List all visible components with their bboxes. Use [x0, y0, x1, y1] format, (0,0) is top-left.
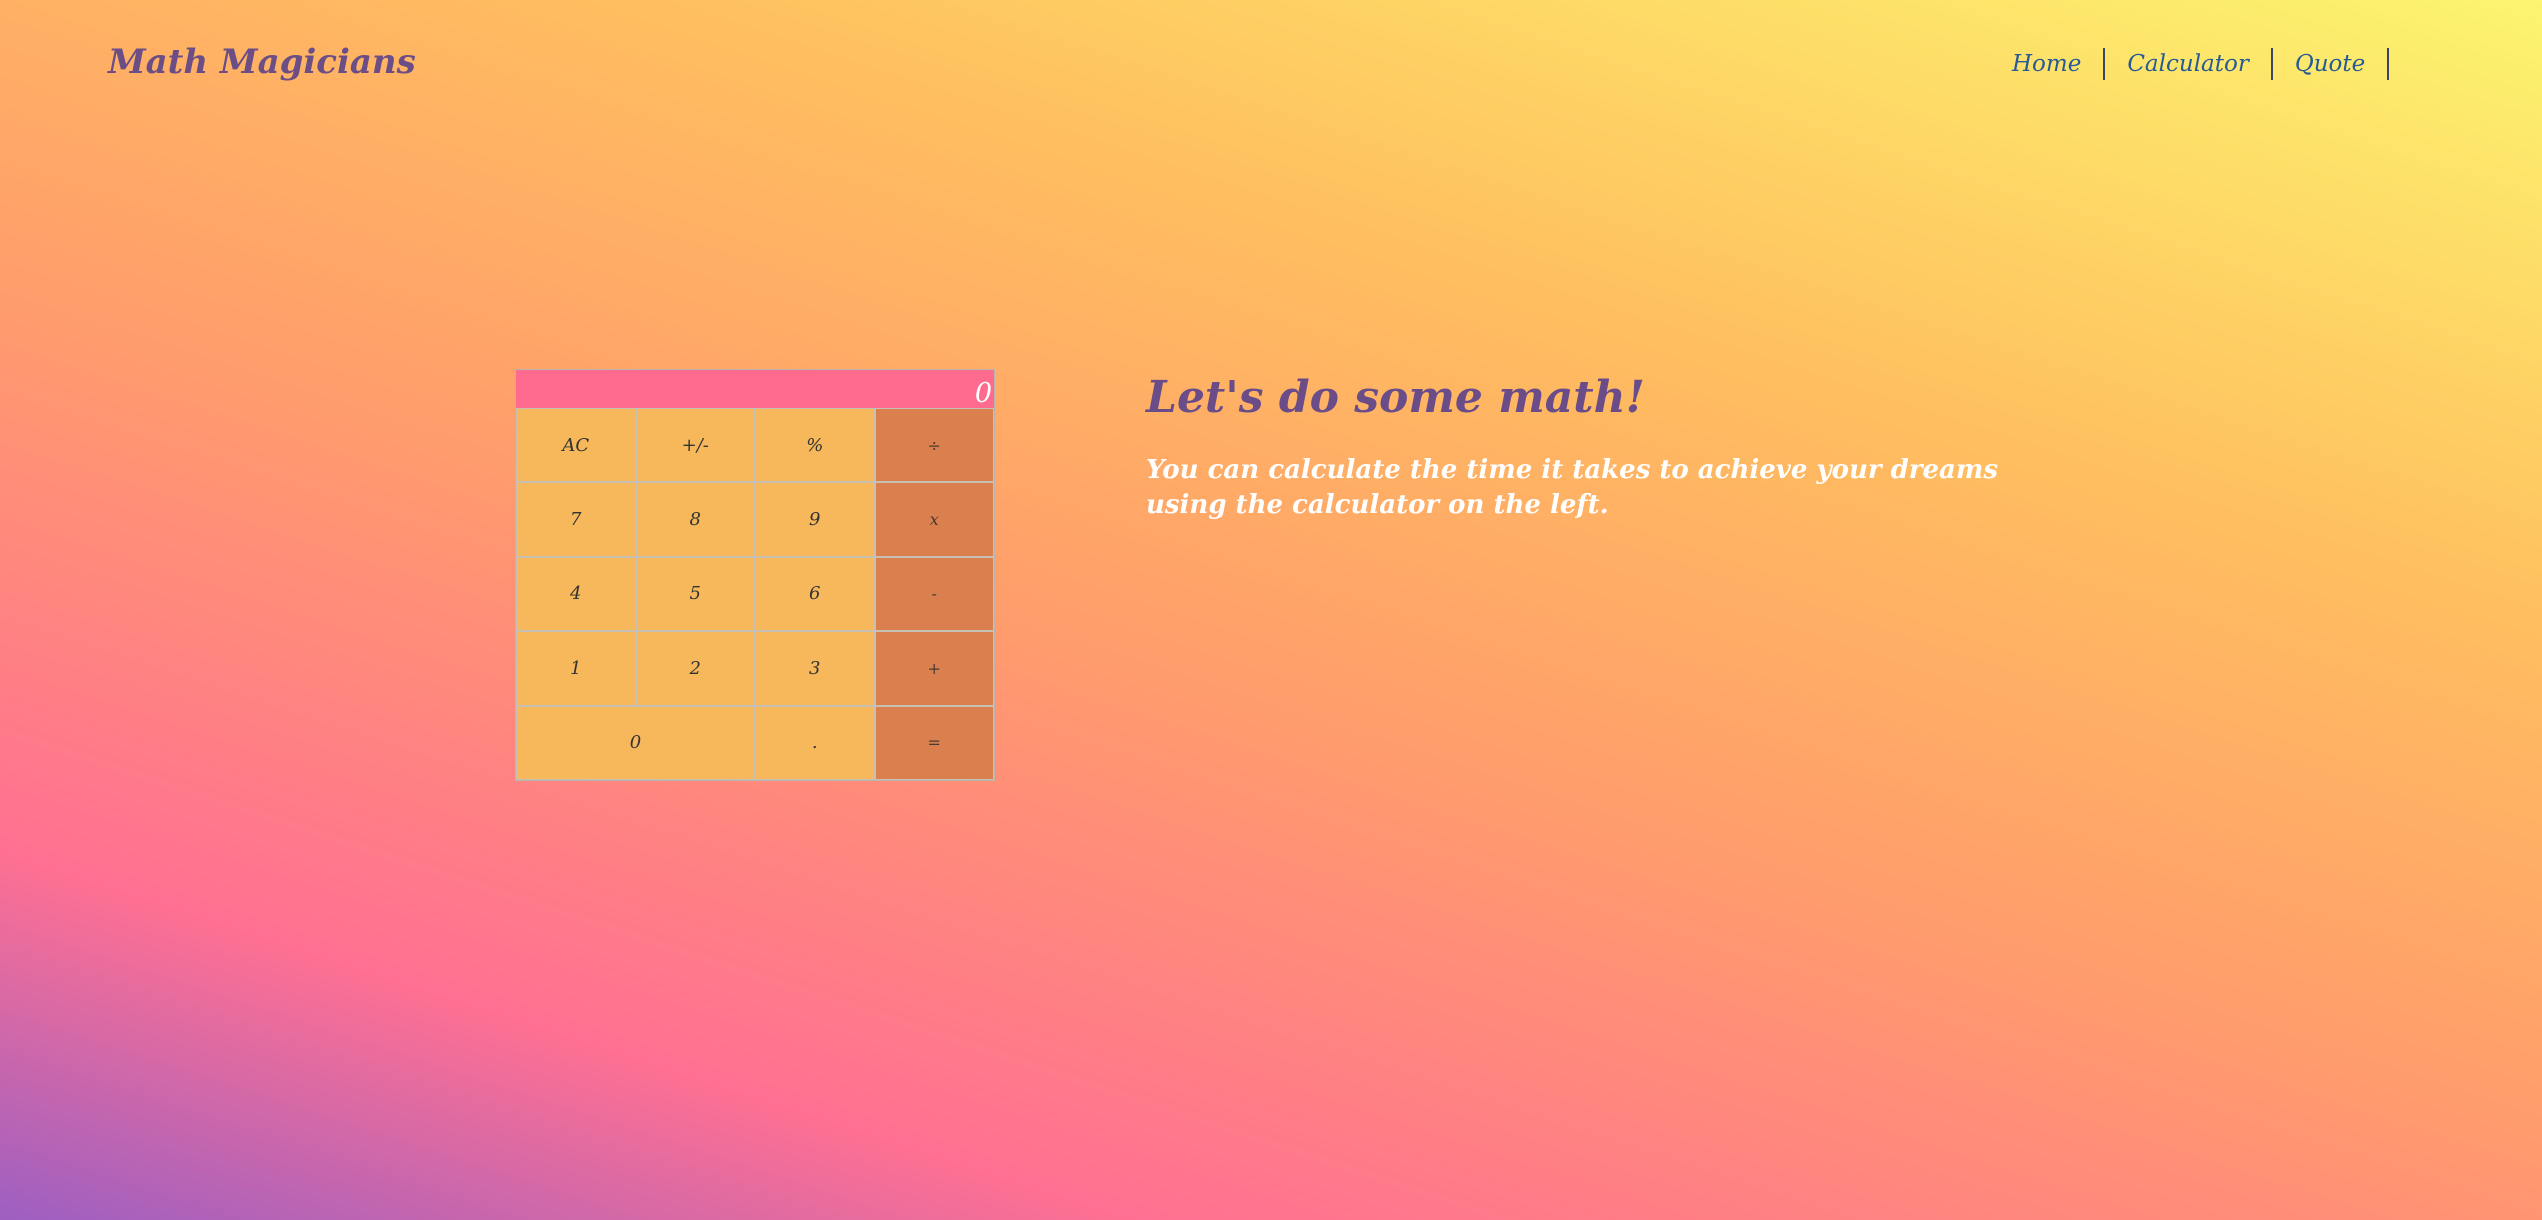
nav-quote-link[interactable]: Quote	[2273, 48, 2390, 80]
app-header: Math Magicians Home Calculator Quote	[0, 0, 2542, 130]
key-9[interactable]: 9	[755, 482, 875, 557]
nav-home-link[interactable]: Home	[1990, 48, 2106, 80]
hero-section: Let's do some math! You can calculate th…	[1146, 372, 2026, 524]
key-percent[interactable]: %	[755, 408, 875, 483]
key-1[interactable]: 1	[516, 631, 636, 706]
key-decimal[interactable]: .	[755, 705, 875, 780]
key-0[interactable]: 0	[516, 705, 755, 780]
key-4[interactable]: 4	[516, 556, 636, 632]
key-8[interactable]: 8	[635, 482, 755, 557]
key-2[interactable]: 2	[635, 631, 755, 706]
key-add[interactable]: +	[874, 631, 994, 706]
hero-description: You can calculate the time it takes to a…	[1146, 454, 1999, 521]
brand-logo[interactable]: Math Magicians	[108, 42, 416, 82]
main-nav: Home Calculator Quote	[1990, 48, 2390, 80]
key-multiply[interactable]: x	[874, 482, 994, 557]
page-title: Let's do some math!	[1146, 372, 1645, 423]
calculator-keypad: AC +/- % ÷ 7 8 9 x 4 5 6 - 1 2 3 + 0 . =	[516, 408, 994, 780]
key-clear[interactable]: AC	[516, 408, 636, 483]
nav-calculator-link[interactable]: Calculator	[2105, 48, 2273, 80]
calculator: 0 AC +/- % ÷ 7 8 9 x 4 5 6 - 1 2 3 + 0 .…	[515, 369, 995, 781]
key-divide[interactable]: ÷	[874, 408, 994, 483]
key-6[interactable]: 6	[755, 556, 875, 632]
key-subtract[interactable]: -	[874, 556, 994, 632]
key-equals[interactable]: =	[874, 705, 994, 780]
key-toggle-sign[interactable]: +/-	[635, 408, 755, 483]
key-5[interactable]: 5	[635, 556, 755, 632]
calculator-display: 0	[516, 370, 994, 408]
key-7[interactable]: 7	[516, 482, 636, 557]
key-3[interactable]: 3	[755, 631, 875, 706]
